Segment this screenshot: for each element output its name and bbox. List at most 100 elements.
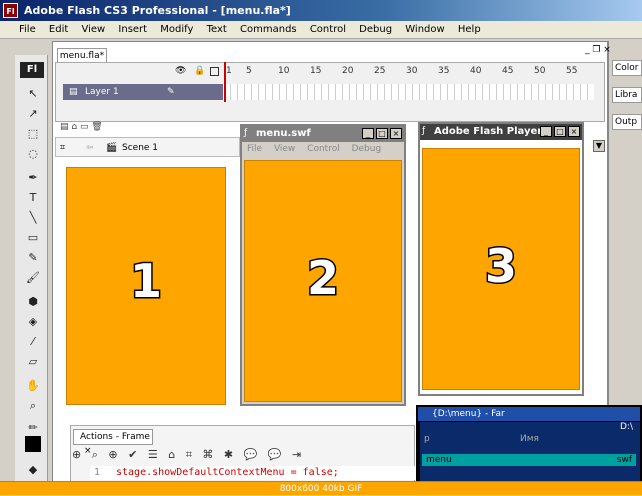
layer-row[interactable]: ▤ Layer 1 ✎ bbox=[63, 84, 223, 100]
find-icon[interactable]: ⌕ bbox=[92, 448, 98, 461]
rectangle-icon[interactable]: ▭ bbox=[25, 230, 41, 246]
swf-menubar: File View Control Debug bbox=[242, 142, 404, 156]
layer-tools[interactable]: ▤ ⌂ ▭ 🗑 bbox=[60, 122, 103, 132]
code-line[interactable]: 1 stage.showDefaultContextMenu = false; bbox=[90, 466, 415, 480]
tick: 5 bbox=[246, 66, 252, 76]
swf-menu-view[interactable]: View bbox=[274, 144, 295, 154]
tick: 55 bbox=[566, 66, 578, 76]
actions-tab[interactable]: Actions - Frame × bbox=[73, 429, 153, 456]
subselect-icon[interactable]: ↗ bbox=[25, 106, 41, 122]
check-syntax-icon[interactable]: ✔ bbox=[128, 448, 137, 461]
minimize-button[interactable]: _ bbox=[540, 126, 552, 137]
arrow-icon[interactable]: ↖ bbox=[25, 86, 41, 102]
maximize-button[interactable]: □ bbox=[554, 126, 566, 137]
hand-icon[interactable]: ✋ bbox=[25, 378, 41, 394]
zoom-icon[interactable]: ⌕ bbox=[25, 398, 41, 414]
expand-icon[interactable]: ✱ bbox=[224, 448, 233, 461]
swf-menu-control[interactable]: Control bbox=[307, 144, 340, 154]
far-panel: D:\ р Имя menu swf bbox=[420, 422, 640, 490]
minimize-button[interactable]: _ bbox=[362, 128, 374, 139]
uncomment-icon[interactable]: 💬 bbox=[268, 448, 282, 461]
scene-name: Scene 1 bbox=[122, 143, 159, 153]
frame-row[interactable] bbox=[224, 84, 594, 100]
menu-file[interactable]: File bbox=[14, 21, 41, 39]
close-button[interactable]: × bbox=[390, 128, 402, 139]
line-icon[interactable]: ╲ bbox=[25, 210, 41, 226]
format-icon[interactable]: ☰ bbox=[148, 448, 158, 461]
pencil-icon[interactable]: ✎ bbox=[25, 250, 41, 266]
comment-icon[interactable]: 💬 bbox=[244, 448, 258, 461]
tick: 15 bbox=[310, 66, 322, 76]
far-col-name: Имя bbox=[520, 434, 539, 444]
menu-view[interactable]: View bbox=[76, 21, 110, 39]
code-hint-icon[interactable]: ⌂ bbox=[168, 448, 175, 461]
menu-edit[interactable]: Edit bbox=[44, 21, 73, 39]
lock-icon[interactable]: 🔒 bbox=[194, 66, 205, 76]
color-panel-tab[interactable]: Color bbox=[612, 60, 642, 76]
stage-2[interactable]: 2 bbox=[244, 160, 402, 402]
app-title: Adobe Flash CS3 Professional - [menu.fla… bbox=[24, 4, 291, 17]
pen-icon[interactable]: ✒ bbox=[25, 170, 41, 186]
menu-text[interactable]: Text bbox=[202, 21, 232, 39]
menu-help[interactable]: Help bbox=[453, 21, 486, 39]
outline-icon[interactable] bbox=[210, 67, 219, 76]
fill-color-swatch[interactable] bbox=[25, 436, 41, 452]
fill-bucket-icon[interactable]: ◆ bbox=[25, 462, 41, 478]
scene-bar: ⌗ ⇦ 🎬 Scene 1 bbox=[55, 137, 240, 157]
tick: 10 bbox=[278, 66, 290, 76]
inkbottle-icon[interactable]: ⬢ bbox=[25, 294, 41, 310]
back-icon[interactable]: ⇦ bbox=[86, 138, 94, 158]
maximize-button[interactable]: □ bbox=[376, 128, 388, 139]
flash-app-icon: Fl bbox=[3, 3, 18, 18]
far-file-type: swf bbox=[616, 455, 632, 465]
menu-debug[interactable]: Debug bbox=[354, 21, 397, 39]
stroke-color-icon[interactable]: ✏ bbox=[25, 420, 41, 436]
tick: 45 bbox=[502, 66, 514, 76]
toolbox-toggle-icon[interactable]: ⇥ bbox=[292, 448, 301, 461]
document-tab[interactable]: menu.fla* bbox=[57, 48, 107, 63]
tick: 25 bbox=[374, 66, 386, 76]
layer-name: Layer 1 bbox=[85, 87, 119, 97]
menu-control[interactable]: Control bbox=[305, 21, 351, 39]
lasso-icon[interactable]: ◌ bbox=[25, 146, 41, 162]
dropdown-icon[interactable]: ▼ bbox=[593, 140, 605, 152]
brush-icon[interactable]: 🖌 bbox=[25, 270, 41, 286]
paintbucket-icon[interactable]: ◈ bbox=[25, 314, 41, 330]
text-icon[interactable]: T bbox=[25, 190, 41, 206]
eye-icon[interactable]: 👁 bbox=[175, 66, 186, 76]
panel-minmax-icons[interactable]: _ ❐ × bbox=[585, 45, 611, 55]
pencil-icon: ✎ bbox=[167, 87, 175, 97]
stage-1[interactable]: 1 bbox=[66, 167, 226, 405]
swf-menu-file[interactable]: File bbox=[247, 144, 262, 154]
far-file-row[interactable]: menu swf bbox=[422, 454, 636, 466]
library-panel-tab[interactable]: Libra bbox=[612, 87, 642, 103]
playhead[interactable] bbox=[224, 62, 226, 102]
menu-window[interactable]: Window bbox=[400, 21, 449, 39]
free-transform-icon[interactable]: ⬚ bbox=[25, 126, 41, 142]
debug-icon[interactable]: ⌗ bbox=[186, 448, 192, 461]
menu-commands[interactable]: Commands bbox=[235, 21, 302, 39]
tick: 40 bbox=[470, 66, 482, 76]
collapse-icon[interactable]: ⌘ bbox=[202, 448, 213, 461]
swf-menu-debug[interactable]: Debug bbox=[352, 144, 382, 154]
tick: 1 bbox=[226, 66, 232, 76]
menu-insert[interactable]: Insert bbox=[113, 21, 152, 39]
tick: 20 bbox=[342, 66, 354, 76]
close-button[interactable]: × bbox=[568, 126, 580, 137]
stage-3[interactable]: 3 bbox=[422, 148, 580, 390]
eyedropper-icon[interactable]: ⁄ bbox=[25, 334, 41, 350]
swf-window: menu.swf ƒ _ □ × File View Control Debug… bbox=[240, 124, 406, 406]
eraser-icon[interactable]: ▱ bbox=[25, 354, 41, 370]
tick: 30 bbox=[406, 66, 418, 76]
stage-number: 2 bbox=[305, 250, 340, 307]
target-icon[interactable]: ⊕ bbox=[108, 448, 117, 461]
add-item-icon[interactable]: ⊕ bbox=[72, 448, 81, 461]
output-panel-tab[interactable]: Outp bbox=[612, 114, 642, 130]
far-path: D:\ bbox=[620, 422, 633, 432]
edit-scene-icon[interactable]: ⌗ bbox=[60, 138, 65, 158]
tick: 50 bbox=[534, 66, 546, 76]
menubar: File Edit View Insert Modify Text Comman… bbox=[0, 21, 642, 39]
menu-modify[interactable]: Modify bbox=[155, 21, 198, 39]
line-number: 1 bbox=[94, 467, 101, 478]
actions-toolbar: ⊕ ⌕ ⊕ ✔ ☰ ⌂ ⌗ ⌘ ✱ 💬 💬 ⇥ bbox=[72, 446, 412, 464]
